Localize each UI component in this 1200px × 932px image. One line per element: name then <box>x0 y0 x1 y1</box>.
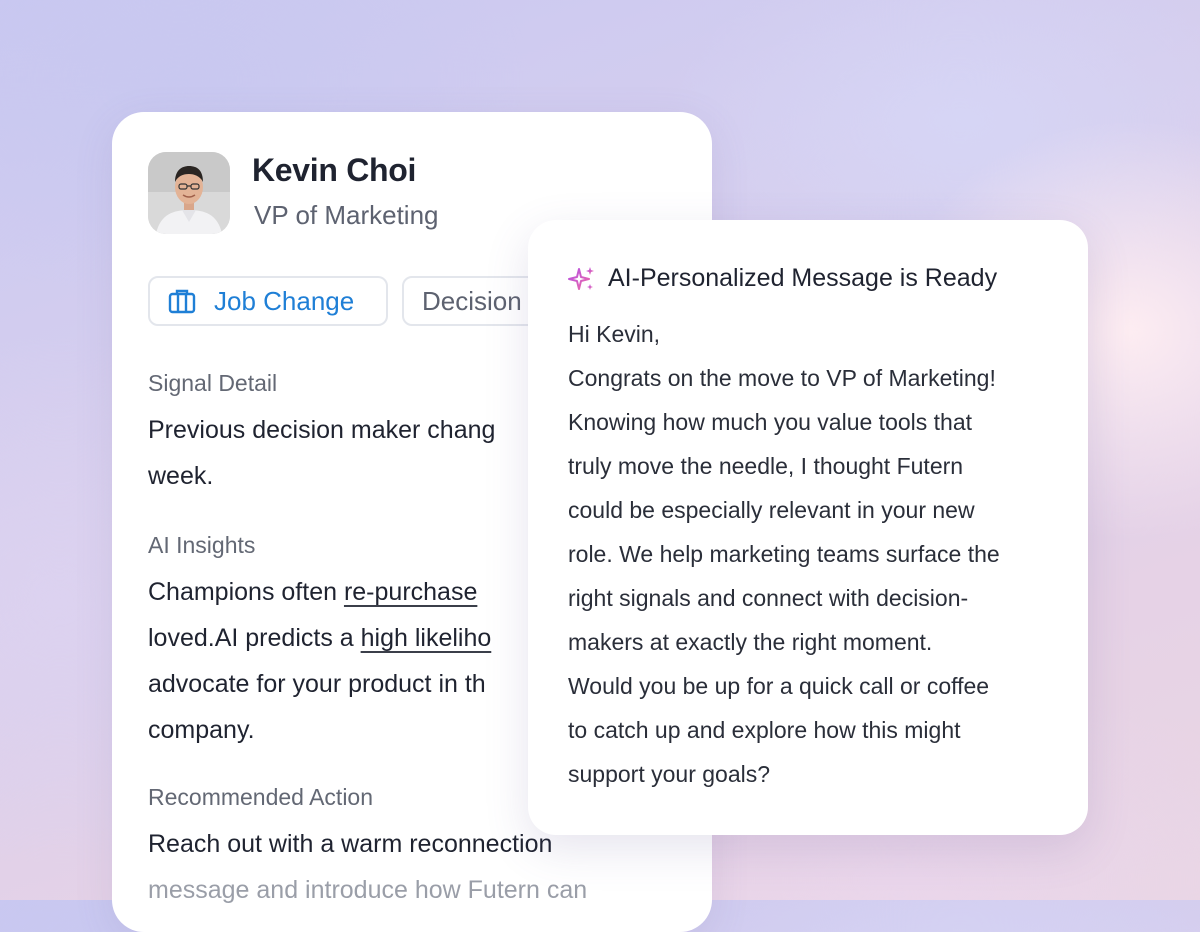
message-body[interactable]: Hi Kevin, Congrats on the move to VP of … <box>568 312 1068 796</box>
message-line: Hi Kevin, <box>568 321 661 347</box>
ai-insights-label: AI Insights <box>148 532 256 558</box>
message-header: AI-Personalized Message is Ready <box>568 264 997 293</box>
insights-line-1-text: Champions often <box>148 578 344 606</box>
message-line: Congrats on the move to VP of Marketing! <box>568 365 996 391</box>
decision-label: Decision <box>422 285 522 316</box>
briefcase-icon <box>168 287 196 315</box>
ai-message-card: AI-Personalized Message is Ready Hi Kevi… <box>528 220 1088 835</box>
signal-detail-label: Signal Detail <box>148 370 278 396</box>
message-line: could be especially relevant in your new <box>568 497 975 523</box>
message-line: to catch up and explore how this might <box>568 717 961 743</box>
message-line: right signals and connect with decision- <box>568 585 969 611</box>
contact-title: VP of Marketing <box>254 200 439 230</box>
message-line: truly move the needle, I thought Futern <box>568 453 964 479</box>
contact-name: Kevin Choi <box>252 152 417 188</box>
message-line: Knowing how much you value tools that <box>568 409 973 435</box>
message-line: Would you be up for a quick call or coff… <box>568 673 990 699</box>
job-change-chip[interactable]: Job Change <box>148 276 388 326</box>
high-likelihood-highlight[interactable]: high likeliho <box>361 624 492 652</box>
message-line: role. We help marketing teams surface th… <box>568 541 1000 567</box>
action-line-2: message and introduce how Futern can <box>148 876 588 904</box>
message-line: support your goals? <box>568 761 771 787</box>
message-title: AI-Personalized Message is Ready <box>608 264 998 292</box>
message-line: makers at exactly the right moment. <box>568 629 933 655</box>
sparkle-icon <box>568 265 596 293</box>
insights-line-2-text: loved.AI predicts a <box>148 624 361 652</box>
repurchase-highlight[interactable]: re-purchase <box>344 578 477 606</box>
job-change-label: Job Change <box>214 285 355 316</box>
recommended-action-label: Recommended Action <box>148 784 374 810</box>
avatar <box>148 152 230 234</box>
